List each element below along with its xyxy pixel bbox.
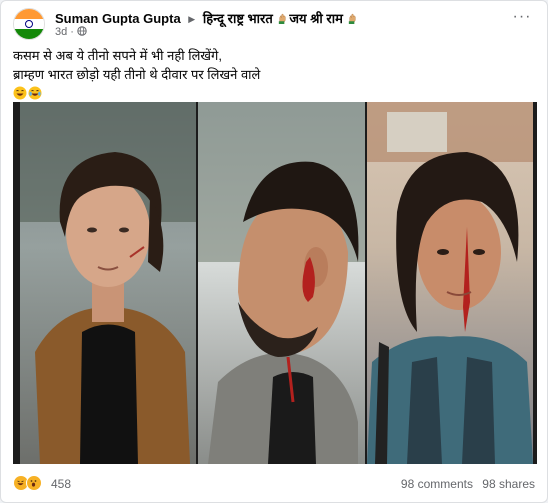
author-avatar[interactable] [13,8,45,40]
meta-separator: · [70,26,74,38]
photo-panel-left [20,102,196,464]
post-caption: कसम से अब ये तीनो सपने में भी नही लिखेंग… [13,46,535,104]
flag-green-band [14,28,44,39]
more-options-icon[interactable]: ··· [509,9,535,30]
raised-hand-icon [279,13,286,24]
caption-line-2: ब्राम्हण भारत छोड़ो यही तीनो थे दीवार पर… [13,67,261,82]
reaction-count[interactable]: 458 [51,477,71,491]
shares-count-link[interactable]: 98 shares [482,477,535,491]
group-name-link[interactable]: हिन्दू राष्ट्र भारत जय श्री राम [203,11,360,26]
wow-reaction-icon [26,475,42,491]
post-stats: 458 98 comments 98 shares [13,472,535,494]
globe-icon[interactable] [77,26,87,36]
caret-right-icon: ▶ [188,14,196,24]
raised-hand-icon-2 [349,13,356,24]
flag-saffron-band [14,9,44,20]
photo-panel-middle [198,102,365,464]
post-photo[interactable] [13,102,537,464]
photo-panel-right [367,102,533,464]
caption-line-1: कसम से अब ये तीनो सपने में भी नही लिखेंग… [13,48,222,63]
post-time[interactable]: 3d [55,26,67,38]
group-name-text: हिन्दू राष्ट्र भारत [202,11,273,26]
post-meta: 3d · [55,26,87,40]
author-name-link[interactable]: Suman Gupta Gupta [55,11,181,26]
person-right-illustration [367,102,533,464]
person-left-illustration [20,102,196,464]
post-title-line: Suman Gupta Gupta ▶ हिन्दू राष्ट्र भारत … [55,9,495,27]
engagement-counts: 98 comments 98 shares [401,477,535,491]
post-card: Suman Gupta Gupta ▶ हिन्दू राष्ट्र भारत … [0,0,548,503]
caption-emoji-row [13,84,535,104]
post-header: Suman Gupta Gupta ▶ हिन्दू राष्ट्र भारत … [13,8,535,40]
person-middle-illustration [198,102,365,464]
comments-count-link[interactable]: 98 comments [401,477,473,491]
group-suffix-text: जय श्री राम [289,11,343,26]
laughing-emoji-icon [13,86,27,100]
ashoka-chakra-icon [25,20,33,28]
reaction-icons[interactable] [13,475,47,491]
crying-laughing-emoji-icon [28,86,42,100]
